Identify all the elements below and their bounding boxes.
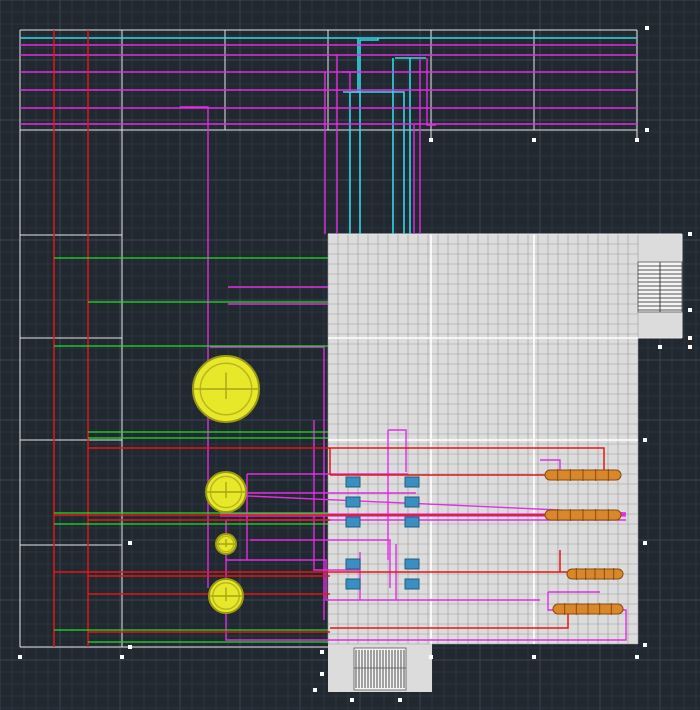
blue-valve-block [345,516,361,528]
blue-valve-block [404,578,420,590]
grip-point [320,672,324,676]
blue-valve-block [345,578,361,590]
blue-valve-block [404,516,420,528]
gray-layout-sheet [327,233,682,692]
grip-point [658,345,662,349]
grip-point [128,541,132,545]
grip-point [688,232,692,236]
sheet-area [328,234,638,644]
blue-valve-block [404,496,420,508]
grip-point [643,643,647,647]
blue-valve-block [345,476,361,488]
cyan-pipe [359,38,379,234]
grip-point [350,698,354,702]
grip-point [688,308,692,312]
grip-point [645,128,649,132]
blue-valve-block [404,476,420,488]
grip-point [645,26,649,30]
grip-point [643,438,647,442]
blue-valve-block [345,496,361,508]
blue-valve-block [404,558,420,570]
grip-point [320,650,324,654]
grip-point [313,688,317,692]
grip-point [429,138,433,142]
grip-point [688,345,692,349]
grip-point [532,655,536,659]
grip-point [120,655,124,659]
cad-svg [0,0,700,710]
cyan-pipe [343,91,405,234]
grip-point [128,645,132,649]
cyan-pipe [349,38,359,234]
grip-point [643,541,647,545]
grip-point [635,138,639,142]
grip-point [18,655,22,659]
grip-point [635,655,639,659]
cad-drawing-canvas[interactable] [0,0,700,710]
grip-point [398,698,402,702]
grip-point [532,138,536,142]
blue-valve-block [345,558,361,570]
grip-point [688,336,692,340]
grip-point [429,655,433,659]
